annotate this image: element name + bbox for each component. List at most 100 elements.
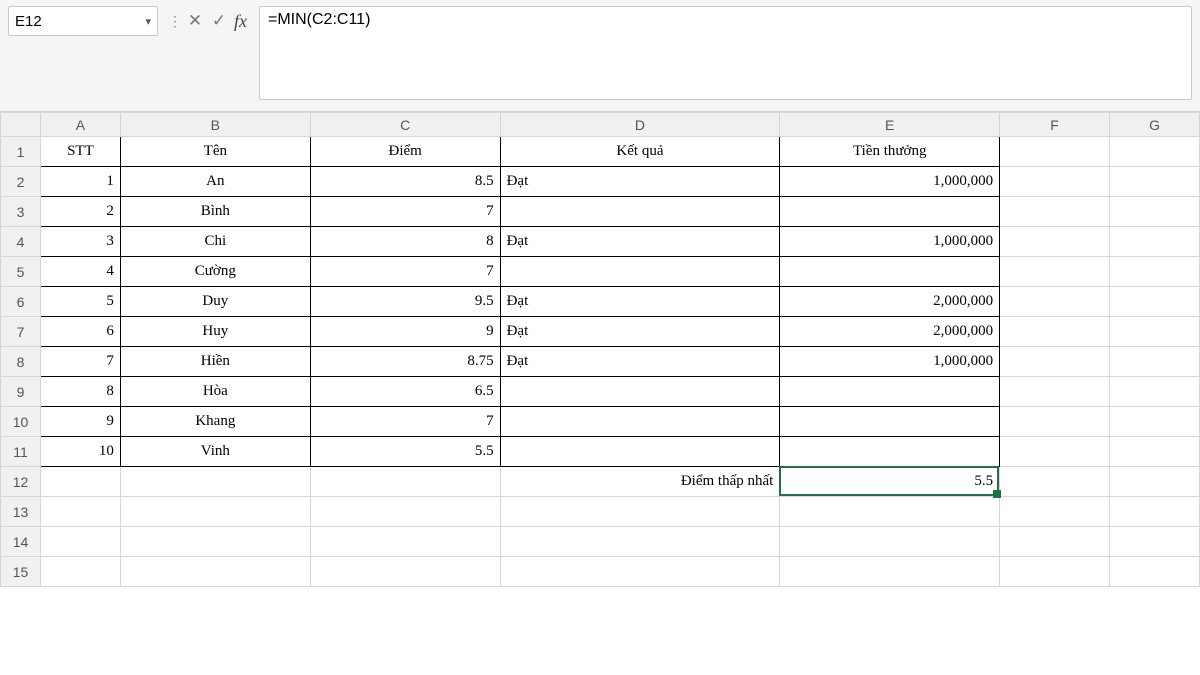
cell-F2[interactable] [1000, 167, 1110, 197]
row-header-10[interactable]: 10 [1, 407, 41, 437]
col-header-D[interactable]: D [500, 113, 780, 137]
cell-F12[interactable] [1000, 467, 1110, 497]
cell-B3[interactable]: Bình [120, 197, 310, 227]
cell-E14[interactable] [780, 527, 1000, 557]
cell-B14[interactable] [120, 527, 310, 557]
cell-E3[interactable] [780, 197, 1000, 227]
spreadsheet-grid[interactable]: A B C D E F G 1 STT Tên Điểm Kết quả Tiề… [0, 112, 1200, 587]
cancel-formula-button[interactable]: ✕ [184, 6, 206, 36]
cell-A9[interactable]: 8 [40, 377, 120, 407]
cell-E7[interactable]: 2,000,000 [780, 317, 1000, 347]
cell-B13[interactable] [120, 497, 310, 527]
cell-B9[interactable]: Hòa [120, 377, 310, 407]
cell-F15[interactable] [1000, 557, 1110, 587]
cell-E15[interactable] [780, 557, 1000, 587]
name-box[interactable]: E12 ▾ [8, 6, 158, 36]
cell-A6[interactable]: 5 [40, 287, 120, 317]
cell-F1[interactable] [1000, 137, 1110, 167]
cell-C4[interactable]: 8 [310, 227, 500, 257]
cell-B2[interactable]: An [120, 167, 310, 197]
cell-F8[interactable] [1000, 347, 1110, 377]
cell-G7[interactable] [1110, 317, 1200, 347]
select-all-corner[interactable] [1, 113, 41, 137]
cell-G2[interactable] [1110, 167, 1200, 197]
cell-D6[interactable]: Đạt [500, 287, 780, 317]
row-header-15[interactable]: 15 [1, 557, 41, 587]
cell-A3[interactable]: 2 [40, 197, 120, 227]
cell-E2[interactable]: 1,000,000 [780, 167, 1000, 197]
cell-G13[interactable] [1110, 497, 1200, 527]
cell-C7[interactable]: 9 [310, 317, 500, 347]
row-header-11[interactable]: 11 [1, 437, 41, 467]
cell-B8[interactable]: Hiền [120, 347, 310, 377]
cell-B15[interactable] [120, 557, 310, 587]
row-header-3[interactable]: 3 [1, 197, 41, 227]
cell-F11[interactable] [1000, 437, 1110, 467]
row-header-7[interactable]: 7 [1, 317, 41, 347]
cell-A13[interactable] [40, 497, 120, 527]
col-header-C[interactable]: C [310, 113, 500, 137]
row-header-5[interactable]: 5 [1, 257, 41, 287]
cell-A12[interactable] [40, 467, 120, 497]
accept-formula-button[interactable]: ✓ [208, 6, 230, 36]
cell-A5[interactable]: 4 [40, 257, 120, 287]
cell-D8[interactable]: Đạt [500, 347, 780, 377]
cell-E6[interactable]: 2,000,000 [780, 287, 1000, 317]
chevron-down-icon[interactable]: ▾ [145, 15, 151, 28]
cell-C6[interactable]: 9.5 [310, 287, 500, 317]
cell-G8[interactable] [1110, 347, 1200, 377]
row-header-13[interactable]: 13 [1, 497, 41, 527]
cell-B1[interactable]: Tên [120, 137, 310, 167]
cell-D10[interactable] [500, 407, 780, 437]
cell-D5[interactable] [500, 257, 780, 287]
cell-G5[interactable] [1110, 257, 1200, 287]
cell-F13[interactable] [1000, 497, 1110, 527]
cell-F9[interactable] [1000, 377, 1110, 407]
cell-C9[interactable]: 6.5 [310, 377, 500, 407]
cell-B11[interactable]: Vinh [120, 437, 310, 467]
fx-icon[interactable]: fx [232, 11, 249, 32]
cell-F4[interactable] [1000, 227, 1110, 257]
col-header-E[interactable]: E [780, 113, 1000, 137]
col-header-F[interactable]: F [1000, 113, 1110, 137]
cell-B5[interactable]: Cường [120, 257, 310, 287]
cell-F7[interactable] [1000, 317, 1110, 347]
cell-B10[interactable]: Khang [120, 407, 310, 437]
cell-C15[interactable] [310, 557, 500, 587]
cell-G3[interactable] [1110, 197, 1200, 227]
cell-D14[interactable] [500, 527, 780, 557]
cell-C8[interactable]: 8.75 [310, 347, 500, 377]
col-header-A[interactable]: A [40, 113, 120, 137]
cell-A2[interactable]: 1 [40, 167, 120, 197]
cell-E8[interactable]: 1,000,000 [780, 347, 1000, 377]
row-header-1[interactable]: 1 [1, 137, 41, 167]
cell-E10[interactable] [780, 407, 1000, 437]
cell-G6[interactable] [1110, 287, 1200, 317]
cell-F5[interactable] [1000, 257, 1110, 287]
cell-F3[interactable] [1000, 197, 1110, 227]
row-header-4[interactable]: 4 [1, 227, 41, 257]
cell-A4[interactable]: 3 [40, 227, 120, 257]
cell-G4[interactable] [1110, 227, 1200, 257]
cell-B7[interactable]: Huy [120, 317, 310, 347]
cell-D9[interactable] [500, 377, 780, 407]
cell-A14[interactable] [40, 527, 120, 557]
cell-G11[interactable] [1110, 437, 1200, 467]
cell-C11[interactable]: 5.5 [310, 437, 500, 467]
cell-D12[interactable]: Điểm thấp nhất [500, 467, 780, 497]
cell-G10[interactable] [1110, 407, 1200, 437]
cell-A1[interactable]: STT [40, 137, 120, 167]
cell-E9[interactable] [780, 377, 1000, 407]
cell-B6[interactable]: Duy [120, 287, 310, 317]
cell-D13[interactable] [500, 497, 780, 527]
col-header-G[interactable]: G [1110, 113, 1200, 137]
row-header-6[interactable]: 6 [1, 287, 41, 317]
row-header-12[interactable]: 12 [1, 467, 41, 497]
cell-C14[interactable] [310, 527, 500, 557]
cell-B4[interactable]: Chi [120, 227, 310, 257]
row-header-9[interactable]: 9 [1, 377, 41, 407]
cell-E4[interactable]: 1,000,000 [780, 227, 1000, 257]
cell-C1[interactable]: Điểm [310, 137, 500, 167]
cell-G1[interactable] [1110, 137, 1200, 167]
cell-E12[interactable]: 5.5 [780, 467, 1000, 497]
